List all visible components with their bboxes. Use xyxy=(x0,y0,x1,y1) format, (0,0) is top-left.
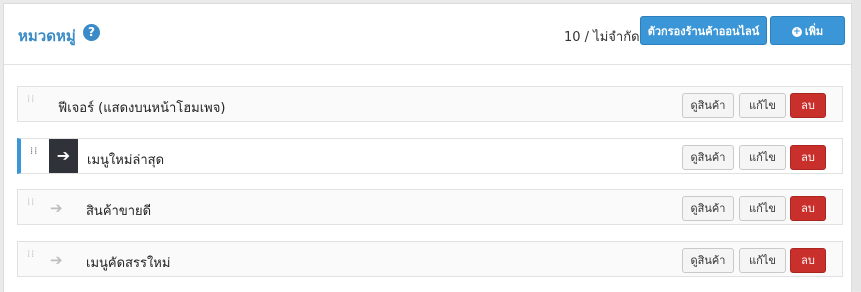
drag-handle-icon[interactable]: ⁞⁞ xyxy=(27,198,37,214)
delete-button[interactable]: ลบ xyxy=(790,93,826,118)
view-products-button[interactable]: ดูสินค้า xyxy=(682,196,734,221)
delete-button[interactable]: ลบ xyxy=(790,145,826,170)
add-button-label: เพิ่ม xyxy=(804,25,824,38)
category-label: ฟีเจอร์ (แสดงบนหน้าโฮมเพจ) xyxy=(58,101,226,116)
plus-circle-icon: + xyxy=(791,27,802,37)
view-products-button[interactable]: ดูสินค้า xyxy=(682,145,734,170)
arrow-right-icon: ➔ xyxy=(49,139,78,173)
edit-button[interactable]: แก้ไข xyxy=(739,196,786,221)
category-label: สินค้าขายดี xyxy=(86,204,152,219)
drag-handle-icon[interactable]: ⁞⁞ xyxy=(30,147,40,163)
add-button[interactable]: + เพิ่ม xyxy=(770,16,845,45)
category-row[interactable]: ⁞⁞ ➔ สินค้าขายดี ดูสินค้า แก้ไข ลบ xyxy=(17,189,843,225)
category-row[interactable]: ⁞⁞ ➔ เมนูใหม่ล่าสุด ดูสินค้า แก้ไข ลบ xyxy=(17,138,843,174)
category-count: 10 / ไม่จำกัด xyxy=(564,30,640,45)
view-products-button[interactable]: ดูสินค้า xyxy=(682,248,734,273)
category-row[interactable]: ⁞⁞ ➔ เมนูคัดสรรใหม่ ดูสินค้า แก้ไข ลบ xyxy=(17,241,843,277)
drag-handle-icon[interactable]: ⁞⁞ xyxy=(27,95,37,111)
arrow-right-icon: ➔ xyxy=(50,251,63,269)
edit-button[interactable]: แก้ไข xyxy=(739,145,786,170)
page-title: หมวดหมู่ xyxy=(18,27,76,45)
view-products-button[interactable]: ดูสินค้า xyxy=(682,93,734,118)
delete-button[interactable]: ลบ xyxy=(790,196,826,221)
filter-button-label: ตัวกรองร้านค้าออนไลน์ xyxy=(647,25,760,38)
drag-handle-icon[interactable]: ⁞⁞ xyxy=(27,250,37,266)
edit-button[interactable]: แก้ไข xyxy=(739,248,786,273)
category-label: เมนูใหม่ล่าสุด xyxy=(87,153,165,168)
category-row[interactable]: ⁞⁞ ฟีเจอร์ (แสดงบนหน้าโฮมเพจ) ดูสินค้า แ… xyxy=(17,86,843,122)
edit-button[interactable]: แก้ไข xyxy=(739,93,786,118)
category-label: เมนูคัดสรรใหม่ xyxy=(86,256,171,271)
question-circle-icon[interactable]: ? xyxy=(83,24,100,41)
delete-button[interactable]: ลบ xyxy=(790,248,826,273)
panel-header: หมวดหมู่ ? 10 / ไม่จำกัด ตัวกรองร้านค้าอ… xyxy=(4,4,851,65)
online-store-filter-button[interactable]: ตัวกรองร้านค้าออนไลน์ xyxy=(640,16,767,45)
scrollbar[interactable] xyxy=(852,0,861,291)
arrow-right-icon: ➔ xyxy=(50,199,63,217)
categories-panel: หมวดหมู่ ? 10 / ไม่จำกัด ตัวกรองร้านค้าอ… xyxy=(3,3,852,292)
